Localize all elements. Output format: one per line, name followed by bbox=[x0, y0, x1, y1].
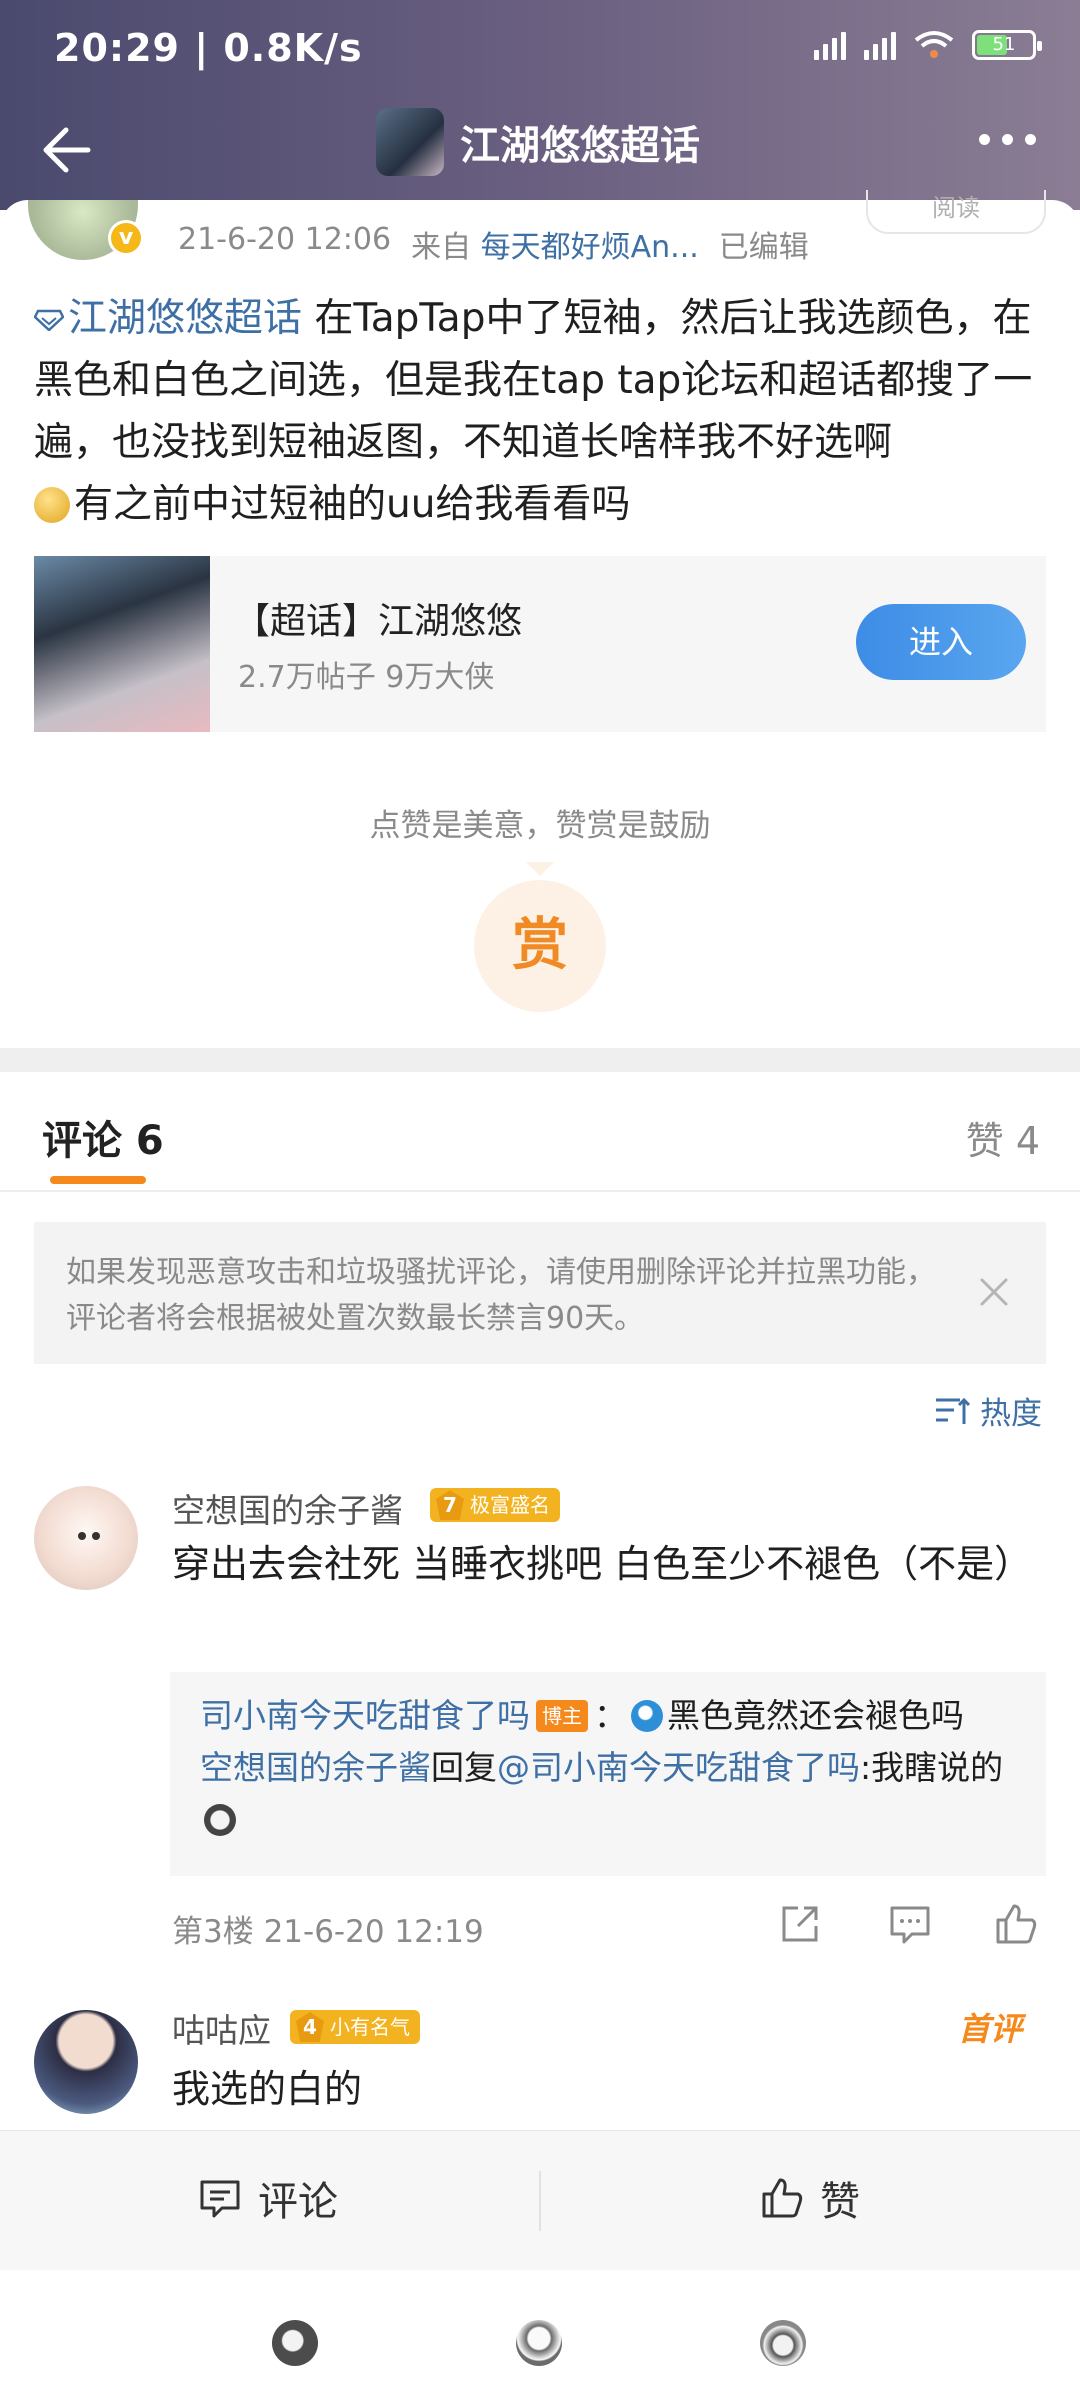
level-number: 7 bbox=[436, 1490, 464, 1520]
reply-icon[interactable] bbox=[886, 1900, 934, 1948]
reply-mid: 回复 bbox=[431, 1748, 497, 1787]
like-button[interactable]: 赞 bbox=[758, 2169, 860, 2227]
bottom-action-bar: 评论 赞 bbox=[0, 2130, 1080, 2270]
avatar[interactable] bbox=[34, 1486, 138, 1590]
comment-text: 我选的白的 bbox=[172, 2067, 363, 2111]
battery-icon: 51 bbox=[972, 30, 1042, 60]
source-prefix: 来自 bbox=[411, 230, 472, 265]
post-card: v 21-6-20 12:06 来自 每天都好烦An... 已编辑 阅读 江湖悠… bbox=[0, 190, 1080, 1048]
header-background: 20:29 | 0.8K/s 51 江湖悠悠超话 bbox=[0, 0, 1080, 210]
level-badge: 4 小有名气 bbox=[290, 2010, 420, 2044]
close-icon[interactable] bbox=[974, 1272, 1014, 1312]
status-time: 20:29 | 0.8K/s bbox=[54, 26, 363, 70]
tab-active-indicator bbox=[50, 1176, 146, 1184]
post-source: 来自 每天都好烦An... bbox=[411, 222, 699, 266]
more-dots-icon[interactable] bbox=[979, 134, 1036, 145]
battery-level: 51 bbox=[992, 34, 1016, 55]
comment-tabs: 评论 6 赞 4 bbox=[0, 1072, 1080, 1192]
topic-avatar bbox=[376, 108, 444, 176]
signal-icon bbox=[814, 30, 846, 60]
comment-author[interactable]: 咕咕应 bbox=[172, 2004, 271, 2052]
comment-author[interactable]: 空想国的余子酱 bbox=[172, 1484, 403, 1532]
comment-button[interactable]: 评论 bbox=[196, 2169, 338, 2227]
reply-target[interactable]: @司小南今天吃甜食了吗 bbox=[497, 1748, 860, 1787]
enter-button[interactable]: 进入 bbox=[856, 604, 1026, 680]
nav-profile-icon[interactable] bbox=[760, 2320, 806, 2366]
clock-text: 20:29 bbox=[54, 26, 180, 70]
like-icon[interactable] bbox=[992, 1900, 1040, 1948]
notice-text: 如果发现恶意攻击和垃圾骚扰评论，请使用删除评论并拉黑功能，评论者将会根据被处置次… bbox=[66, 1255, 936, 1336]
status-bar: 20:29 | 0.8K/s 51 bbox=[0, 0, 1080, 100]
level-badge: 7 极富盛名 bbox=[430, 1488, 560, 1522]
tab-likes[interactable]: 赞 4 bbox=[966, 1110, 1040, 1165]
like-button-label: 赞 bbox=[820, 2179, 860, 2225]
verified-badge-icon: v bbox=[108, 220, 144, 256]
status-icons: 51 bbox=[814, 30, 1042, 60]
section-divider bbox=[0, 1048, 1080, 1072]
moderation-notice: 如果发现恶意攻击和垃圾骚扰评论，请使用删除评论并拉黑功能，评论者将会根据被处置次… bbox=[34, 1222, 1046, 1364]
avatar[interactable] bbox=[34, 2010, 138, 2114]
topic-link[interactable]: 江湖悠悠超话 bbox=[34, 296, 302, 341]
wifi-icon bbox=[914, 31, 954, 58]
comment-footer: 第3楼 21-6-20 12:19 bbox=[172, 1914, 484, 1950]
network-speed-text: 0.8K/s bbox=[223, 26, 363, 70]
reply-text: 黑色竟然还会褪色吗 bbox=[667, 1696, 964, 1735]
reward-button[interactable]: 赏 bbox=[474, 880, 606, 1012]
reply-item: 司小南今天吃甜食了吗 博主： 黑色竟然还会褪色吗 bbox=[200, 1690, 1016, 1742]
comment-button-label: 评论 bbox=[258, 2179, 338, 2225]
arrow-left-icon[interactable] bbox=[38, 118, 102, 182]
host-tag: 博主 bbox=[536, 1700, 588, 1732]
sort-label: 热度 bbox=[980, 1396, 1042, 1432]
topic-card-name: 【超话】江湖悠悠 bbox=[234, 601, 523, 642]
action-divider bbox=[539, 2171, 541, 2231]
comment-text: 穿出去会社死 当睡衣挑吧 白色至少不褪色（不是） bbox=[172, 1542, 1033, 1586]
panda-emoji-icon bbox=[204, 1804, 236, 1836]
reply-text: :我瞎说的 bbox=[860, 1748, 1004, 1787]
sort-toggle[interactable]: 热度 bbox=[934, 1388, 1042, 1433]
first-comment-badge: 首评 bbox=[957, 2010, 1022, 2048]
post-body: 江湖悠悠超话 在TapTap中了短袖，然后让我选颜色，在黑色和白色之间选，但是我… bbox=[34, 288, 1044, 536]
nav-title-group[interactable]: 江湖悠悠超话 bbox=[376, 108, 700, 176]
thumbs-up-icon bbox=[762, 2178, 803, 2218]
signal-icon-2 bbox=[864, 30, 896, 60]
nav-center-icon[interactable] bbox=[516, 2320, 562, 2366]
bottom-nav bbox=[0, 2270, 1080, 2400]
nav-home-icon[interactable] bbox=[272, 2320, 318, 2366]
page-title: 江湖悠悠超话 bbox=[460, 123, 700, 169]
reply-separator: ： bbox=[594, 1696, 627, 1735]
post-body-text-2: 有之前中过短袖的uu给我看看吗 bbox=[74, 482, 631, 527]
reply-thread[interactable]: 司小南今天吃甜食了吗 博主： 黑色竟然还会褪色吗 空想国的余子酱回复@司小南今天吃甜… bbox=[170, 1672, 1046, 1876]
emoji-icon bbox=[34, 487, 70, 523]
topic-thumbnail bbox=[34, 556, 210, 732]
topic-card-stats: 2.7万帖子 9万大侠 bbox=[238, 660, 495, 695]
edited-label: 已编辑 bbox=[718, 230, 809, 265]
reward-notch bbox=[526, 862, 554, 876]
diamond-icon bbox=[34, 309, 64, 331]
doraemon-emoji-icon bbox=[631, 1700, 663, 1732]
source-link[interactable]: 每天都好烦An... bbox=[481, 230, 699, 265]
level-label: 小有名气 bbox=[330, 2015, 410, 2039]
reply-item: 空想国的余子酱回复@司小南今天吃甜食了吗:我瞎说的 bbox=[200, 1742, 1016, 1846]
post-date: 21-6-20 12:06 bbox=[178, 222, 392, 257]
topic-card[interactable]: 【超话】江湖悠悠 2.7万帖子 9万大侠 进入 bbox=[34, 556, 1046, 732]
level-number: 4 bbox=[296, 2012, 324, 2042]
status-separator: | bbox=[194, 26, 224, 70]
tab-comments[interactable]: 评论 6 bbox=[42, 1108, 164, 1166]
reply-author[interactable]: 空想国的余子酱 bbox=[200, 1748, 431, 1787]
post-meta: 21-6-20 12:06 来自 每天都好烦An... 已编辑 bbox=[178, 222, 809, 266]
read-count-chip: 阅读 bbox=[866, 190, 1046, 234]
reply-author[interactable]: 司小南今天吃甜食了吗 bbox=[200, 1696, 530, 1735]
comment-icon bbox=[200, 2180, 240, 2218]
reward-tip: 点赞是美意，赞赏是鼓励 bbox=[369, 808, 711, 844]
sort-icon bbox=[936, 1397, 970, 1424]
topic-link-text: 江湖悠悠超话 bbox=[68, 296, 303, 341]
level-label: 极富盛名 bbox=[470, 1493, 550, 1517]
share-icon[interactable] bbox=[776, 1900, 824, 1948]
